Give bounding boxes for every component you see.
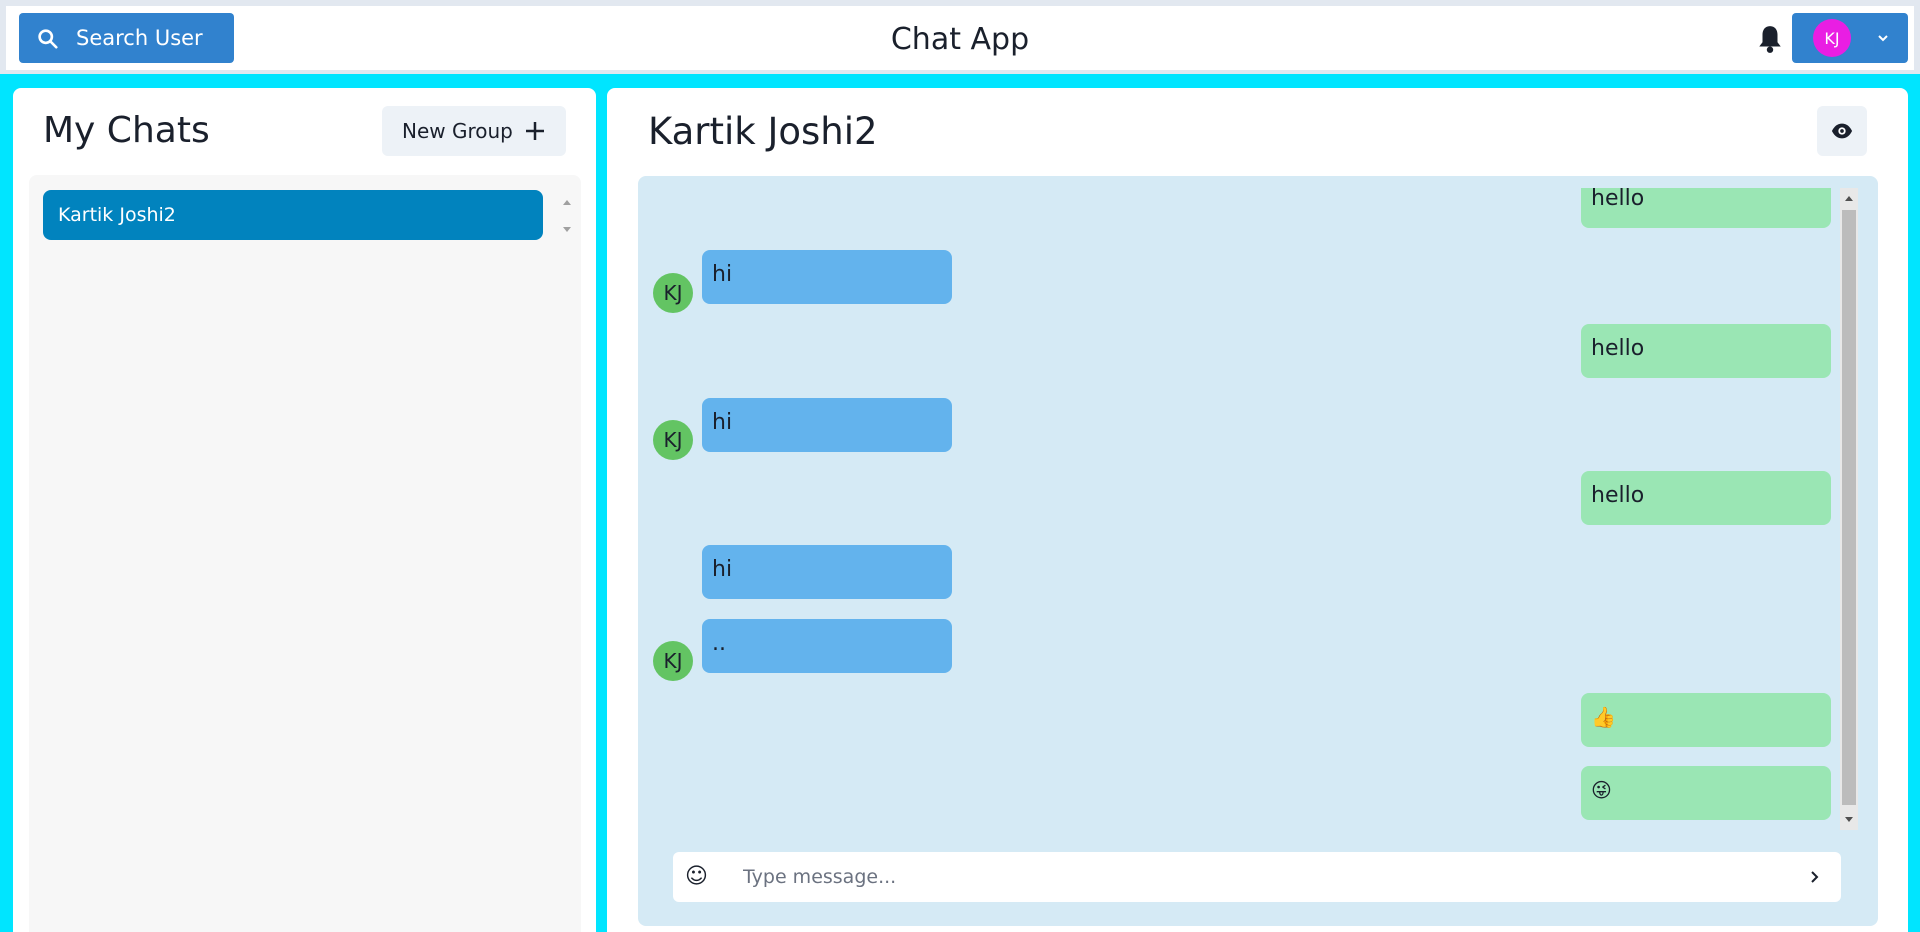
- conversation-panel: Kartik Joshi2 hello hi KJ hello hi KJ he…: [607, 88, 1908, 932]
- message-bubble-sent: 😜: [1581, 766, 1831, 820]
- messages-area: hello hi KJ hello hi KJ hello hi .. KJ 👍…: [638, 176, 1878, 926]
- message-scrollbar[interactable]: [1840, 188, 1858, 830]
- emoji-icon[interactable]: ☺: [685, 864, 708, 889]
- scroll-up-arrow-icon[interactable]: [563, 200, 571, 205]
- app-title: Chat App: [890, 22, 1030, 57]
- message-bubble-sent: 👍: [1581, 693, 1831, 747]
- plus-icon: [525, 122, 544, 140]
- scroll-down-arrow-icon[interactable]: [563, 227, 571, 232]
- scrollbar-thumb[interactable]: [1842, 210, 1856, 805]
- avatar: KJ: [1813, 19, 1851, 57]
- message-bubble-received: ..: [702, 619, 952, 673]
- new-group-label: New Group: [402, 119, 513, 143]
- sender-avatar: KJ: [653, 273, 693, 313]
- my-chats-panel: My Chats New Group Kartik Joshi2: [13, 88, 596, 932]
- message-bubble-received: hi: [702, 250, 952, 304]
- bell-icon[interactable]: [1757, 24, 1783, 54]
- my-chats-title: My Chats: [43, 110, 210, 151]
- message-bubble-received: hi: [702, 545, 952, 599]
- eye-icon: [1831, 123, 1853, 139]
- send-arrow-icon[interactable]: [1806, 868, 1824, 886]
- scroll-up-arrow-icon[interactable]: [1845, 196, 1853, 201]
- message-list[interactable]: hello hi KJ hello hi KJ hello hi .. KJ 👍…: [638, 188, 1860, 830]
- sender-avatar: KJ: [653, 420, 693, 460]
- chevron-down-icon: [1878, 35, 1888, 42]
- message-bubble-received: hi: [702, 398, 952, 452]
- new-group-button[interactable]: New Group: [382, 106, 566, 156]
- chat-list-item[interactable]: Kartik Joshi2: [43, 190, 543, 240]
- message-input[interactable]: [743, 862, 1783, 892]
- message-bubble-sent: hello: [1581, 471, 1831, 525]
- scroll-down-arrow-icon[interactable]: [1845, 817, 1853, 822]
- chat-list: Kartik Joshi2: [29, 175, 581, 932]
- message-bubble-sent: hello: [1581, 324, 1831, 378]
- view-profile-button[interactable]: [1817, 106, 1867, 156]
- top-bar: Search User Chat App KJ: [0, 0, 1920, 74]
- message-bubble-sent: hello: [1581, 188, 1831, 228]
- profile-menu-button[interactable]: KJ: [1792, 13, 1908, 63]
- message-composer: ☺: [673, 852, 1841, 902]
- sender-avatar: KJ: [653, 641, 693, 681]
- conversation-title: Kartik Joshi2: [648, 110, 878, 153]
